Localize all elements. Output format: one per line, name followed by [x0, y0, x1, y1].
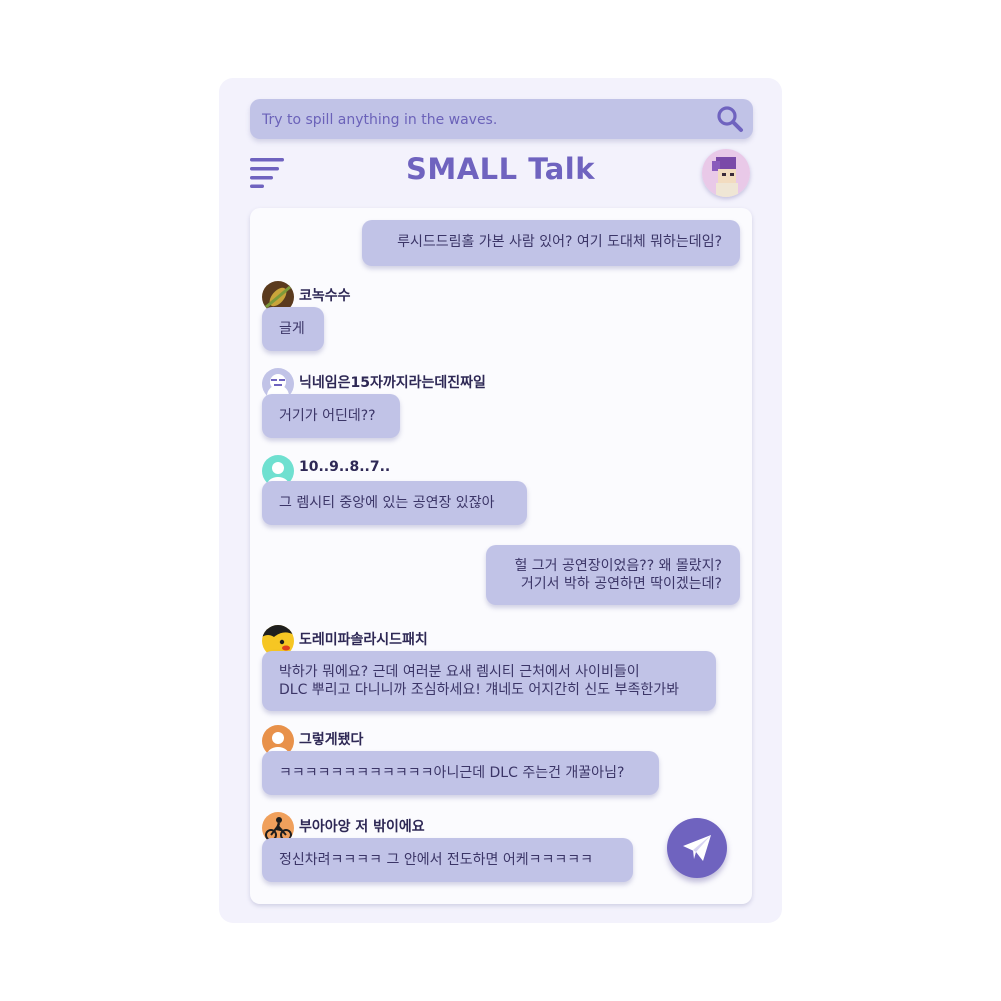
message-text: 거기서 박하 공연하면 딱이겠는데? — [520, 576, 722, 592]
sender-name: 도레미파솔라시드패치 — [299, 632, 428, 648]
message-text: DLC 뿌리고 다니니까 조심하세요! 걔네도 어지간히 신도 부족한가봐 — [279, 682, 679, 698]
paper-plane-icon — [683, 835, 711, 861]
chat-app: SMALL Talk 루시드드림홀 가본 사람 있어? 여기 도대체 뭐하는데임… — [219, 78, 782, 923]
profile-avatar[interactable] — [702, 149, 750, 197]
menu-icon[interactable] — [250, 158, 284, 188]
message-text: 거기가 어딘데?? — [279, 408, 376, 424]
message-text: 루시드드림홀 가본 사람 있어? 여기 도대체 뭐하는데임? — [397, 234, 722, 250]
search-bar[interactable] — [250, 99, 753, 139]
send-button[interactable] — [667, 818, 727, 878]
outgoing-message-bubble: 헐 그거 공연장이었음?? 왜 몰랐지? 거기서 박하 공연하면 딱이겠는데? — [486, 545, 740, 605]
incoming-message-bubble: 거기가 어딘데?? — [262, 394, 400, 438]
incoming-message-bubble: 그 렘시티 중앙에 있는 공연장 있잖아 — [262, 481, 527, 525]
message-text: 헐 그거 공연장이었음?? 왜 몰랐지? — [514, 558, 722, 574]
message-text: 그 렘시티 중앙에 있는 공연장 있잖아 — [279, 495, 495, 511]
message-text: 박하가 뭐에요? 근데 여러분 요새 렘시티 근처에서 사이비들이 — [279, 664, 640, 680]
incoming-message-bubble: 정신차려ㅋㅋㅋㅋ 그 안에서 전도하면 어케ㅋㅋㅋㅋㅋ — [262, 838, 633, 882]
incoming-message-bubble: ㅋㅋㅋㅋㅋㅋㅋㅋㅋㅋㅋㅋ아니근데 DLC 주는건 개꿀아님? — [262, 751, 659, 795]
outgoing-message-bubble: 루시드드림홀 가본 사람 있어? 여기 도대체 뭐하는데임? — [362, 220, 740, 266]
message-text: 글게 — [279, 321, 305, 337]
sender-name: 코녹수수 — [299, 288, 351, 304]
search-icon[interactable] — [715, 104, 745, 134]
search-input[interactable] — [260, 108, 704, 132]
incoming-message-bubble: 박하가 뭐에요? 근데 여러분 요새 렘시티 근처에서 사이비들이 DLC 뿌리… — [262, 651, 716, 711]
incoming-message-bubble: 글게 — [262, 307, 324, 351]
sender-name: 그렇게됐다 — [299, 732, 364, 748]
message-text: 정신차려ㅋㅋㅋㅋ 그 안에서 전도하면 어케ㅋㅋㅋㅋㅋ — [279, 852, 594, 868]
sender-name: 부아아앙 저 밖이에요 — [299, 819, 425, 835]
sender-name: 닉네임은15자까지라는데진짜일 — [299, 375, 486, 391]
message-text: ㅋㅋㅋㅋㅋㅋㅋㅋㅋㅋㅋㅋ아니근데 DLC 주는건 개꿀아님? — [279, 765, 625, 781]
chat-panel: 루시드드림홀 가본 사람 있어? 여기 도대체 뭐하는데임? 코녹수수 글게 닉… — [250, 208, 752, 904]
sender-name: 10..9..8..7.. — [299, 459, 391, 475]
app-title: SMALL Talk — [405, 152, 596, 186]
